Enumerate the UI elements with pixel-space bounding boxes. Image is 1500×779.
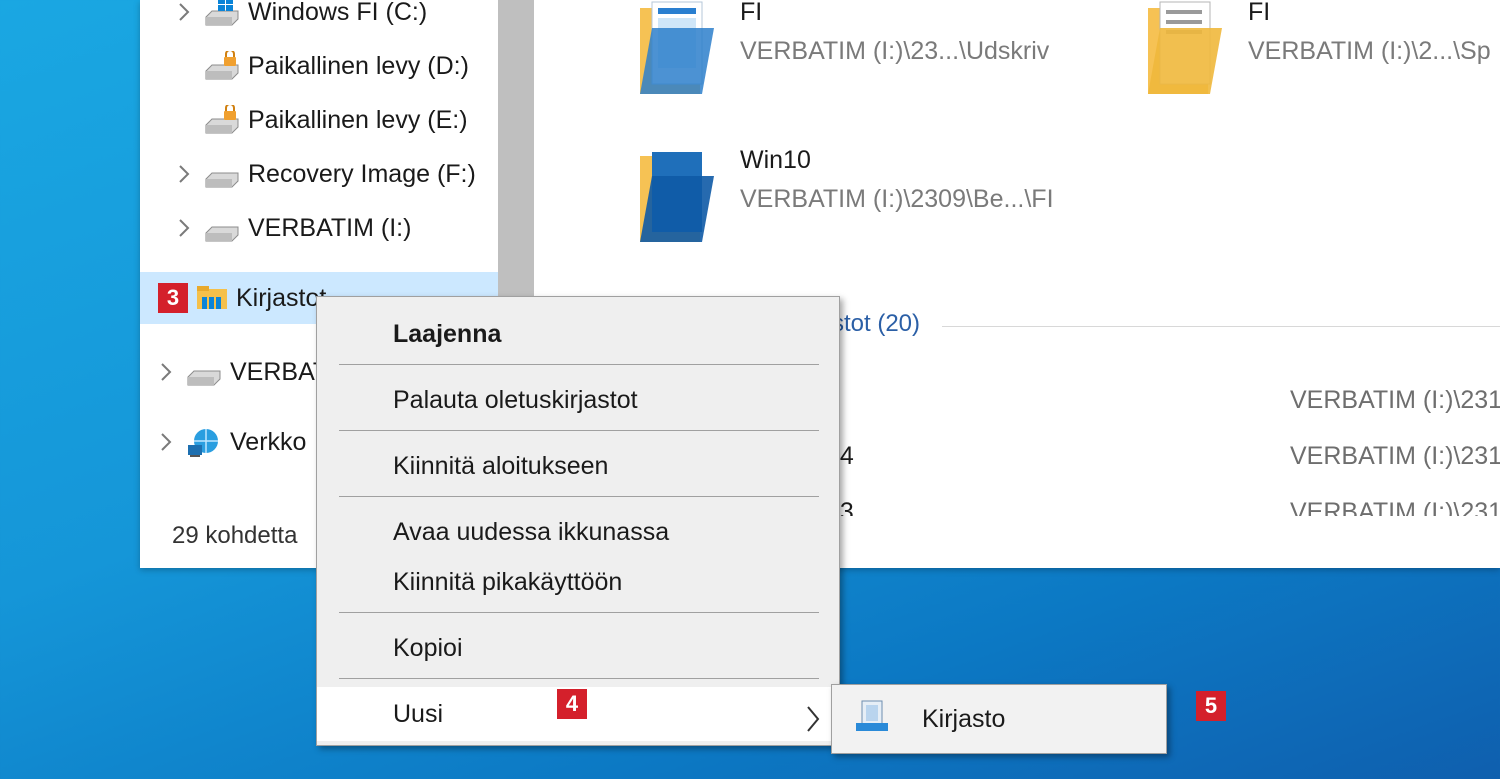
menu-item-label: Uusi (393, 700, 444, 728)
file-row-path: VERBATIM (I:)\231 (1290, 442, 1500, 470)
drive-icon (184, 357, 224, 387)
expand-chevron-icon[interactable] (170, 164, 198, 184)
folder-icon (640, 152, 714, 242)
locked-drive-icon (202, 103, 242, 135)
nav-item-label: Verkko (230, 427, 307, 456)
nav-item-label: Recovery Image (F:) (248, 159, 476, 188)
nav-item-e-drive[interactable]: Paikallinen levy (E:) (170, 98, 500, 142)
folder-path: VERBATIM (I:)\2...\Sp (1248, 37, 1491, 65)
folder-icon (640, 1, 714, 94)
menu-separator (339, 612, 819, 613)
file-row-path: VERBATIM (I:)\231 (1290, 386, 1500, 414)
menu-item-open-new-window[interactable]: Avaa uudessa ikkunassa (317, 507, 839, 557)
expand-chevron-icon[interactable] (152, 432, 180, 452)
expand-chevron-icon[interactable] (152, 362, 180, 382)
submenu-item-label: Kirjasto (922, 704, 1006, 733)
menu-item-new[interactable]: Uusi 4 (317, 687, 839, 741)
menu-separator (339, 364, 819, 365)
nav-item-label: Kirjastot (236, 283, 327, 312)
menu-item-pin-quick-access[interactable]: Kiinnitä pikakäyttöön (317, 557, 839, 607)
expand-chevron-icon[interactable] (170, 2, 198, 22)
item-count-status: 29 kohdetta (172, 522, 298, 549)
nav-item-label: VERBATIM (I:) (248, 213, 412, 242)
folder-name: FI (1248, 0, 1271, 26)
nav-item-label: Paikallinen levy (D:) (248, 51, 469, 80)
nav-item-c-drive[interactable]: Windows FI (C:) (170, 0, 500, 34)
menu-item-restore-libraries[interactable]: Palauta oletuskirjastot (317, 375, 839, 425)
folder-path: VERBATIM (I:)\2309\Be...\FI (740, 185, 1054, 213)
menu-item-copy[interactable]: Kopioi (317, 623, 839, 673)
nav-item-label: Paikallinen levy (E:) (248, 105, 468, 134)
drive-icon (202, 213, 242, 243)
libraries-folder-icon (194, 283, 230, 313)
folder-path: VERBATIM (I:)\23...\Udskriv (740, 37, 1050, 65)
submenu-item-library[interactable]: Kirjasto (836, 689, 1162, 749)
step-badge-5: 5 (1196, 691, 1226, 721)
step-badge-3: 3 (158, 283, 188, 313)
new-submenu: Kirjasto (831, 684, 1167, 754)
folder-name: FI (740, 0, 763, 26)
nav-scrollbar[interactable] (498, 0, 534, 300)
menu-separator (339, 496, 819, 497)
library-icon (854, 699, 894, 740)
folder-tile[interactable]: FI VERBATIM (I:)\23...\Udskriv (638, 0, 1049, 98)
folder-icon (1148, 1, 1222, 94)
nav-item-i-drive[interactable]: VERBATIM (I:) (170, 206, 500, 250)
context-menu: Laajenna Palauta oletuskirjastot Kiinnit… (316, 296, 840, 746)
network-icon (184, 427, 224, 457)
windows-drive-icon (202, 0, 242, 27)
folder-name: Win10 (740, 146, 811, 174)
step-badge-4: 4 (557, 689, 587, 719)
menu-separator (339, 430, 819, 431)
expand-chevron-icon[interactable] (170, 218, 198, 238)
folder-tile[interactable]: Win10 VERBATIM (I:)\2309\Be...\FI (638, 146, 1054, 246)
nav-item-d-drive[interactable]: Paikallinen levy (D:) (170, 44, 500, 88)
menu-separator (339, 678, 819, 679)
nav-item-label: Windows FI (C:) (248, 0, 428, 26)
menu-item-pin-start[interactable]: Kiinnitä aloitukseen (317, 441, 839, 491)
group-divider (942, 326, 1500, 327)
file-row-path: VERBATIM (I:)\231 (1290, 498, 1500, 516)
menu-item-expand[interactable]: Laajenna (317, 309, 839, 359)
locked-drive-icon (202, 49, 242, 81)
submenu-arrow-icon (805, 699, 821, 753)
drive-icon (202, 159, 242, 189)
folder-tile[interactable]: FI VERBATIM (I:)\2...\Sp (1146, 0, 1491, 98)
nav-item-f-drive[interactable]: Recovery Image (F:) (170, 152, 500, 196)
